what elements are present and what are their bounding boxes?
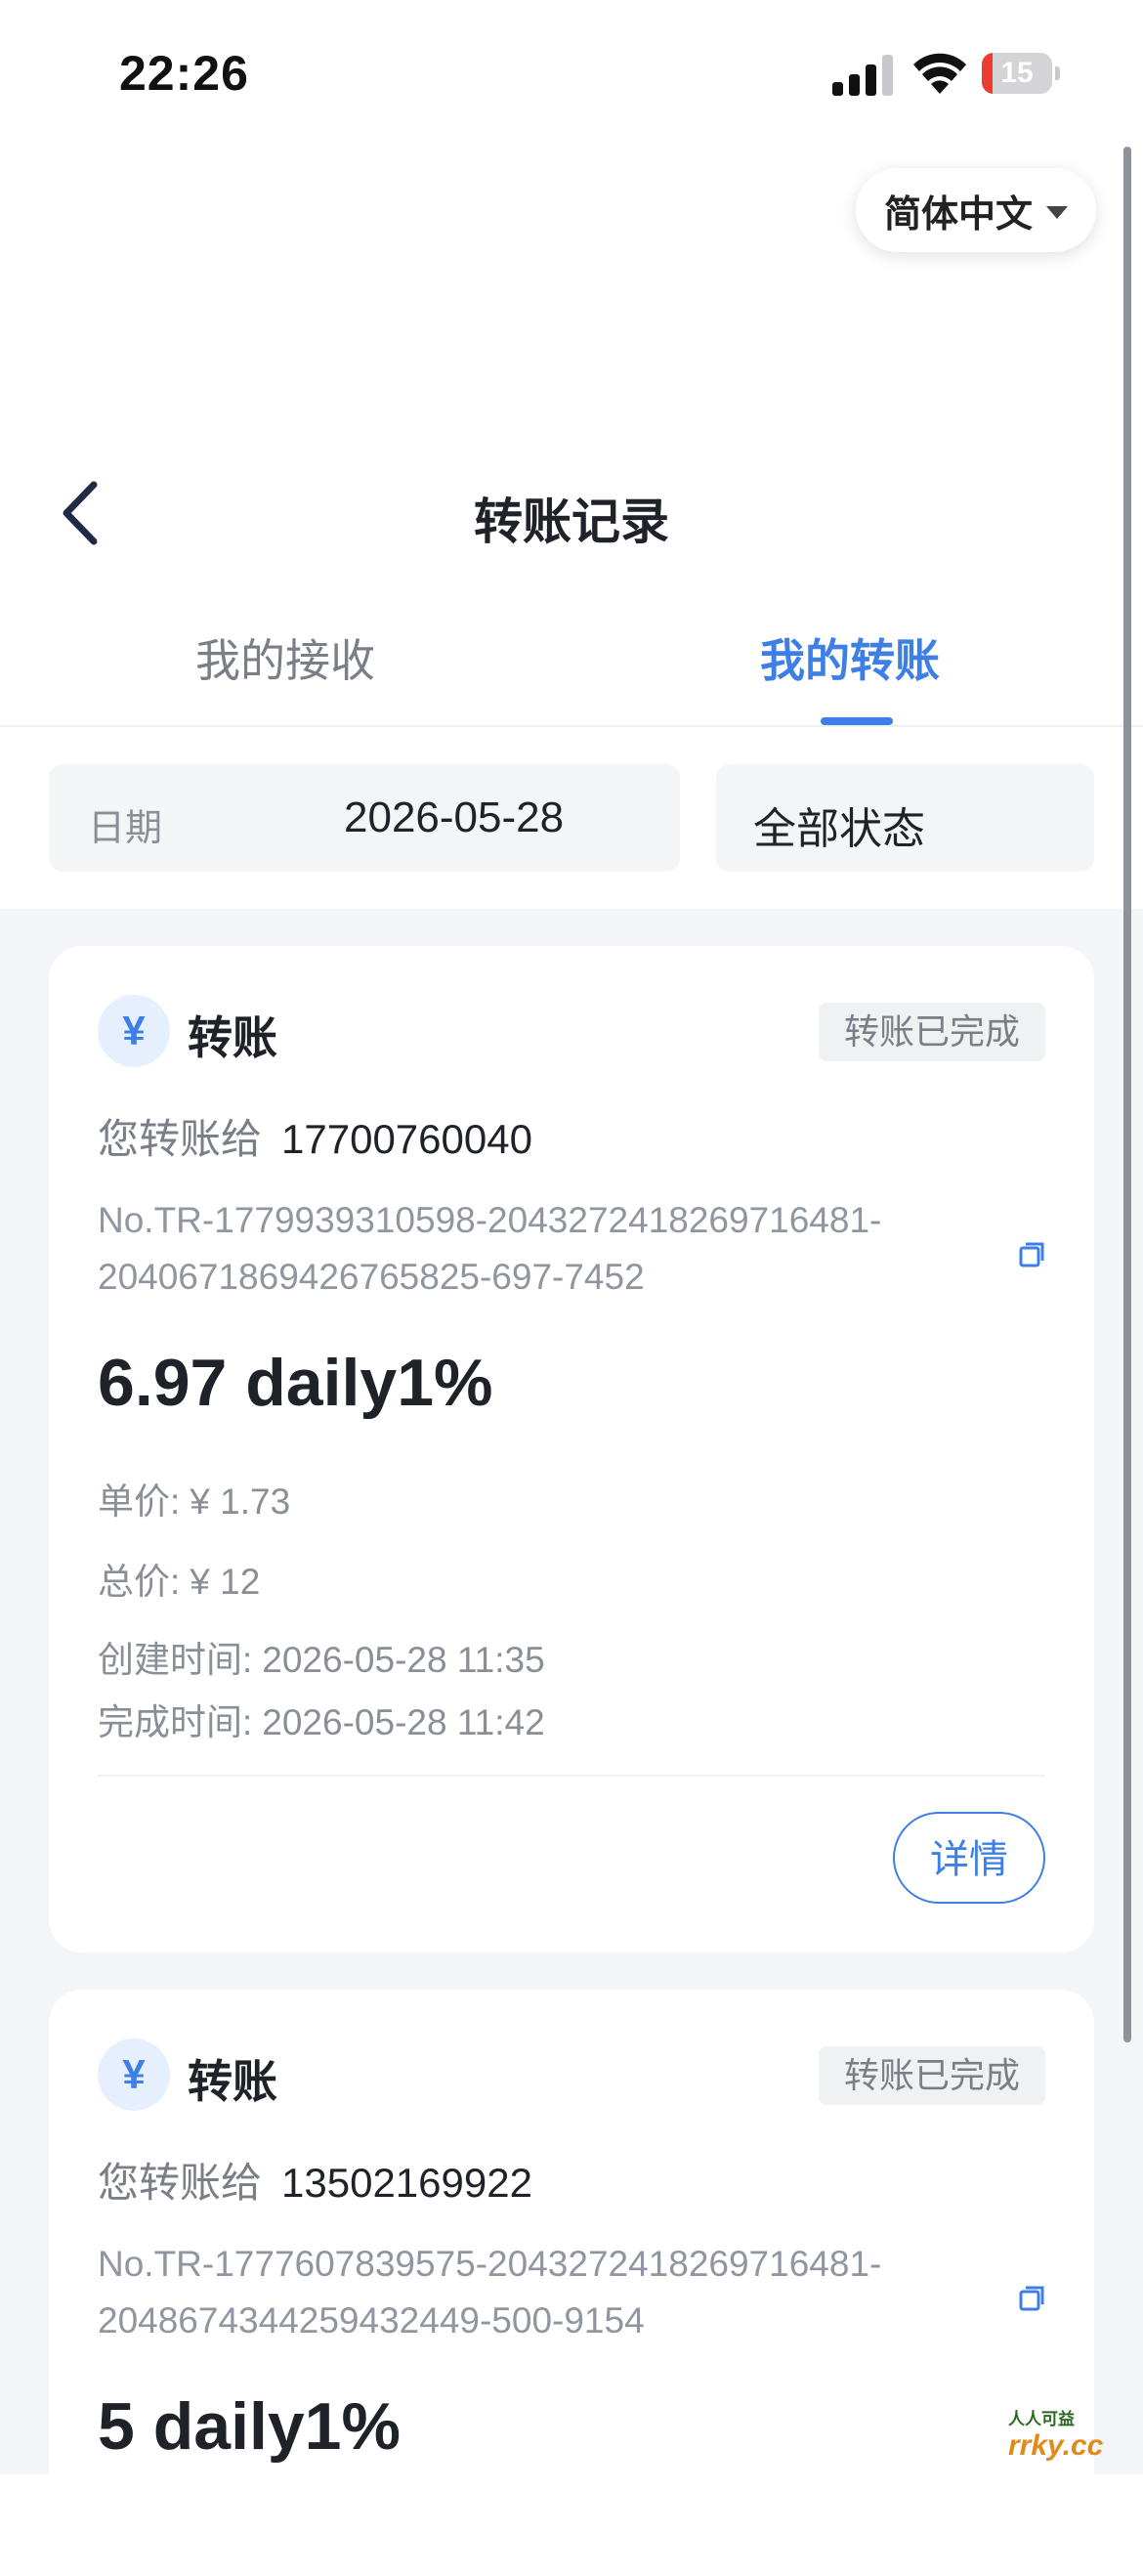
recipient-label: 您转账给 (98, 1116, 263, 1162)
recipient-value: 13502169922 (281, 2160, 532, 2206)
unit-price-row: 单价: ¥ 1.73 (98, 1472, 290, 1524)
status-badge: 转账已完成 (818, 1003, 1045, 1061)
status-bar: 22:26 15 (0, 0, 1143, 147)
watermark-bottom: rrky.cc (1008, 2429, 1104, 2462)
recipient-row: 您转账给 13502169922 (98, 2150, 532, 2210)
completed-time-value: 2026-05-28 11:42 (262, 1702, 545, 1742)
record-type: 转账 (188, 2056, 277, 2107)
date-filter-value: 2026-05-28 (344, 794, 565, 841)
order-number: No.TR-1779939310598-2043272418269716481-… (98, 1192, 977, 1306)
status-time: 22:26 (119, 46, 249, 101)
created-time-label: 创建时间: (98, 1640, 253, 1680)
order-number-line-2: 2048674344259432449-500-9154 (98, 2300, 645, 2340)
total-price-row: 总价: ¥ 12 (98, 1552, 260, 1605)
battery-icon: 15 (982, 53, 1060, 94)
status-filter-value: 全部状态 (753, 805, 925, 853)
watermark-logo: 人人可益 rrky.cc (1008, 2410, 1133, 2465)
details-button[interactable]: 详情 (893, 1812, 1045, 1904)
language-label: 简体中文 (883, 193, 1033, 236)
active-tab-indicator (821, 717, 893, 725)
language-selector[interactable]: 简体中文 (856, 168, 1096, 252)
scrollbar[interactable] (1123, 147, 1131, 2042)
wifi-icon (913, 53, 966, 94)
order-number-line-2: 2040671869426765825-697-7452 (98, 1257, 645, 1297)
copy-icon[interactable] (1018, 1241, 1045, 1268)
divider (0, 725, 1143, 727)
transfer-record-card: ¥ 转账 转账已完成 您转账给 13502169922 No.TR-1777607… (49, 1990, 1094, 2576)
total-price-label: 总价: (98, 1562, 181, 1602)
order-number-line-1: No.TR-1777607839575-2043272418269716481- (98, 2244, 882, 2284)
recipient-row: 您转账给 17700760040 (98, 1106, 532, 1166)
divider (98, 1775, 1045, 1777)
battery-percent: 15 (1000, 57, 1034, 89)
transfer-record-card: ¥ 转账 转账已完成 您转账给 17700760040 No.TR-1779939… (49, 946, 1094, 1953)
completed-time-row: 完成时间: 2026-05-28 11:42 (98, 1693, 545, 1745)
status-badge: 转账已完成 (818, 2046, 1045, 2105)
recipient-label: 您转账给 (98, 2160, 263, 2206)
tab-my-transfers[interactable]: 我的转账 (760, 625, 940, 690)
order-number-line-1: No.TR-1779939310598-2043272418269716481- (98, 1200, 882, 1240)
copy-icon[interactable] (1018, 2285, 1045, 2312)
date-filter[interactable]: 日期 2026-05-28 (49, 764, 680, 872)
watermark-top: 人人可益 (1008, 2410, 1075, 2428)
created-time-value: 2026-05-28 11:35 (262, 1640, 545, 1680)
status-filter[interactable]: 全部状态 (716, 764, 1094, 872)
caret-down-icon (1046, 205, 1068, 219)
transfer-amount: 6.97 daily1% (98, 1346, 493, 1420)
order-number: No.TR-1777607839575-2043272418269716481-… (98, 2236, 977, 2349)
completed-time-label: 完成时间: (98, 1702, 253, 1742)
unit-price-label: 单价: (98, 1481, 181, 1522)
total-price-value: ¥ 12 (190, 1562, 261, 1602)
yen-icon: ¥ (98, 995, 170, 1067)
cellular-signal-icon (832, 55, 893, 96)
record-type: 转账 (188, 1012, 277, 1063)
page-title: 转账记录 (474, 494, 669, 549)
unit-price-value: ¥ 1.73 (190, 1481, 291, 1522)
created-time-row: 创建时间: 2026-05-28 11:35 (98, 1630, 545, 1683)
yen-icon: ¥ (98, 2039, 170, 2111)
tab-my-received[interactable]: 我的接收 (195, 625, 375, 690)
date-filter-label: 日期 (88, 808, 163, 849)
recipient-value: 17700760040 (281, 1116, 532, 1162)
transfer-amount: 5 daily1% (98, 2389, 401, 2464)
